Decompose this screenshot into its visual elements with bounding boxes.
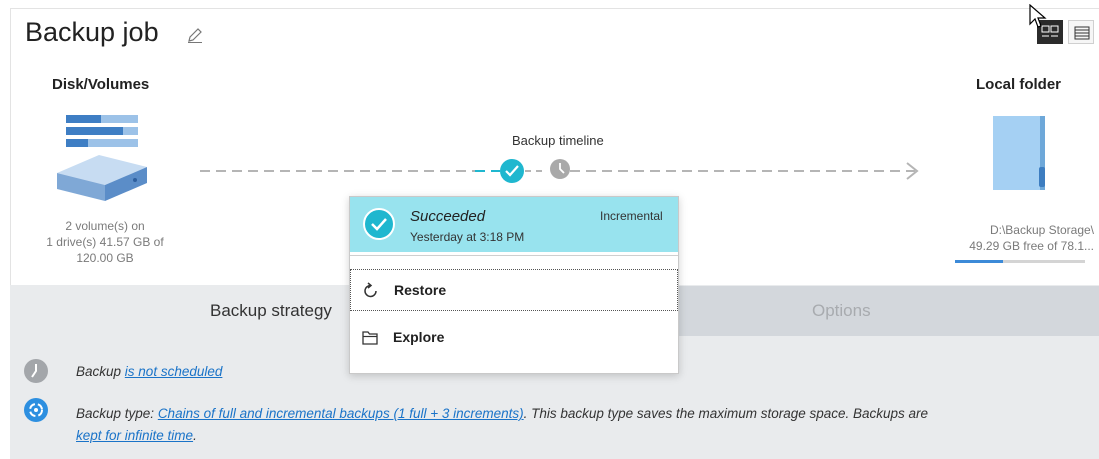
destination-free-space: 49.29 GB free of 78.1... [969,239,1094,253]
schedule-prefix: Backup [76,364,122,379]
page-title: Backup job [25,17,159,47]
pencil-icon[interactable] [186,26,204,44]
restore-label: Restore [394,282,447,298]
success-check-icon [363,208,395,240]
source-desc-line: 1 drive(s) 41.57 GB of [46,235,164,249]
backup-kind: Incremental [600,209,663,223]
backup-time: Yesterday at 3:18 PM [410,230,525,244]
schedule-link[interactable]: is not scheduled [125,364,223,379]
schedule-line: Backup is not scheduled [76,364,222,379]
clock-icon [24,359,48,383]
disk-icon [57,115,147,201]
popup-header: Succeeded Yesterday at 3:18 PM Increment… [350,197,678,252]
timeline-label: Backup timeline [512,133,604,148]
explore-button[interactable]: Explore [350,317,678,359]
storage-usage-fill [955,260,1004,263]
tab-options[interactable]: Options [812,301,871,321]
timeline-clock-icon[interactable] [550,159,570,179]
backup-timeline [200,159,919,183]
list-view-icon[interactable] [1068,20,1094,44]
source-desc-line: 2 volume(s) on [65,219,145,233]
storage-usage-bar [955,260,1085,263]
folder-open-icon [362,331,378,345]
backup-type-prefix: Backup type: [76,406,155,421]
timeline-backup-succeeded-icon[interactable] [500,159,524,183]
retention-suffix: . [193,428,197,443]
destination-label: Local folder [976,76,1062,93]
backup-type-link[interactable]: Chains of full and incremental backups (… [158,406,524,421]
destination-description: D:\Backup Storage\ 49.29 GB free of 78.1… [946,222,1094,254]
backup-details-popup: Succeeded Yesterday at 3:18 PM Increment… [349,196,679,374]
explore-label: Explore [393,329,445,345]
restore-button[interactable]: Restore [350,269,678,311]
backup-type-line: Backup type: Chains of full and incremen… [76,403,1086,447]
backup-status: Succeeded [410,208,486,225]
backup-type-icon [24,398,48,422]
source-description: 2 volume(s) on 1 drive(s) 41.57 GB of 12… [40,218,170,266]
popup-divider [350,255,678,256]
backup-type-suffix: . This backup type saves the maximum sto… [523,406,929,421]
destination-path: D:\Backup Storage\ [989,223,1094,237]
mouse-cursor-icon [1029,4,1047,28]
retention-link[interactable]: kept for infinite time [76,428,193,443]
source-desc-line: 120.00 GB [76,251,134,265]
source-label: Disk/Volumes [52,76,150,93]
folder-icon [993,116,1045,190]
restore-icon [364,282,377,298]
tab-backup-strategy-label[interactable]: Backup strategy [210,301,332,321]
